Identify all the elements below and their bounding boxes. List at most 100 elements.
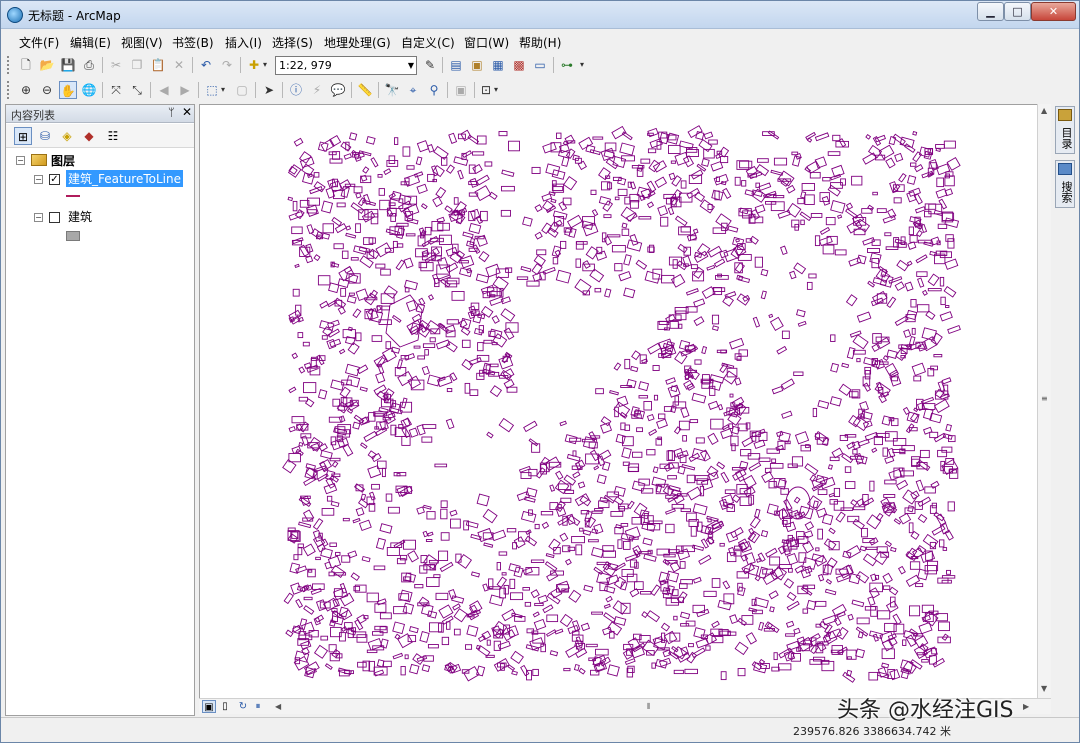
collapse-icon[interactable]: − (34, 213, 43, 222)
menu-selection[interactable]: 选择(S) (272, 34, 313, 51)
find-icon[interactable]: 🔭 (383, 81, 401, 99)
clear-selection-icon[interactable]: ▢ (233, 81, 251, 99)
new-document-icon[interactable]: 🗋 (17, 56, 35, 74)
list-by-source-icon[interactable]: ⛁ (36, 127, 54, 145)
print-icon[interactable]: ⎙ (80, 56, 98, 74)
toolbar-options-icon[interactable]: ▾ (492, 81, 500, 99)
scroll-grip-icon[interactable]: ≡ (1041, 394, 1048, 403)
delete-icon[interactable]: ✕ (170, 56, 188, 74)
open-icon[interactable]: 📂 (38, 56, 56, 74)
collapse-icon[interactable]: − (16, 156, 25, 165)
menu-bookmarks[interactable]: 书签(B) (172, 34, 214, 51)
paste-icon[interactable]: 📋 (149, 56, 167, 74)
building-outline (794, 431, 810, 445)
toc-close-button[interactable]: ✕ (182, 105, 192, 119)
line-symbol-icon[interactable] (66, 195, 80, 197)
polygon-symbol-icon[interactable] (66, 231, 80, 241)
python-window-icon[interactable]: ▭ (531, 56, 549, 74)
building-outline (461, 150, 473, 159)
zoom-in-icon[interactable]: ⊕ (17, 81, 35, 99)
zoom-out-icon[interactable]: ⊖ (38, 81, 56, 99)
hyperlink-icon[interactable]: ⚡ (308, 81, 326, 99)
catalog-tab[interactable]: 目录 (1055, 106, 1075, 154)
layer-name[interactable]: 建筑 (68, 208, 92, 225)
building-outline (446, 319, 459, 325)
collapse-icon[interactable]: − (34, 175, 43, 184)
measure-icon[interactable]: 📏 (356, 81, 374, 99)
undo-icon[interactable]: ↶ (197, 56, 215, 74)
map-scale-select[interactable]: 1:22, 979 ▼ (275, 56, 417, 75)
chevron-down-icon[interactable]: ▾ (219, 81, 227, 99)
fixed-zoom-out-icon[interactable]: ⤡ (128, 81, 146, 99)
toolbar-grip[interactable] (7, 81, 10, 99)
map-view[interactable] (199, 104, 1051, 700)
menu-edit[interactable]: 编辑(E) (70, 34, 111, 51)
menu-geoprocessing[interactable]: 地理处理(G) (324, 34, 391, 51)
building-outline (687, 125, 703, 139)
go-to-xy-icon[interactable]: ⌖ (404, 81, 422, 99)
building-outline (435, 592, 449, 601)
full-extent-icon[interactable]: 🌐 (80, 81, 98, 99)
catalog-window-icon[interactable]: ▣ (468, 56, 486, 74)
list-by-selection-icon[interactable]: ◆ (80, 127, 98, 145)
save-icon[interactable]: 💾 (59, 56, 77, 74)
search-tab[interactable]: 搜索 (1055, 160, 1075, 208)
layer-visibility-checkbox[interactable] (49, 212, 60, 223)
select-elements-icon[interactable]: ➤ (260, 81, 278, 99)
identify-icon[interactable]: ⓘ (287, 81, 305, 99)
cut-icon[interactable]: ✂ (107, 56, 125, 74)
arctoolbox-icon[interactable]: ▩ (510, 56, 528, 74)
menu-file[interactable]: 文件(F) (19, 34, 59, 51)
map-canvas[interactable] (200, 105, 1036, 699)
search-window-icon[interactable]: ▦ (489, 56, 507, 74)
refresh-icon[interactable]: ↻ (236, 700, 250, 713)
scroll-up-icon[interactable]: ▲ (1041, 106, 1047, 115)
menu-view[interactable]: 视图(V) (121, 34, 163, 51)
pan-icon[interactable]: ✋ (59, 81, 77, 99)
layout-view-icon[interactable]: ▯ (218, 700, 232, 713)
building-outlines-layer[interactable] (282, 125, 961, 683)
vertical-scrollbar[interactable]: ▲ ≡ ▼ (1037, 104, 1051, 700)
list-by-drawing-order-icon[interactable]: ⊞ (14, 127, 32, 145)
back-icon[interactable]: ◀ (155, 81, 173, 99)
pin-icon[interactable]: ᛘ (168, 106, 175, 119)
menu-help[interactable]: 帮助(H) (519, 34, 561, 51)
options-icon[interactable]: ☷ (104, 127, 122, 145)
html-popup-icon[interactable]: 💬 (329, 81, 347, 99)
menu-insert[interactable]: 插入(I) (225, 34, 262, 51)
copy-icon[interactable]: ❐ (128, 56, 146, 74)
scroll-left-icon[interactable]: ◀ (275, 702, 281, 711)
list-by-visibility-icon[interactable]: ◈ (58, 127, 76, 145)
close-button[interactable]: ✕ (1031, 2, 1076, 21)
building-outline (827, 184, 841, 197)
menu-customize[interactable]: 自定义(C) (401, 34, 455, 51)
maximize-button[interactable]: □ (1004, 2, 1031, 21)
redo-icon[interactable]: ↷ (218, 56, 236, 74)
pause-drawing-icon[interactable]: ⏸ (251, 700, 265, 713)
building-outline (288, 386, 297, 394)
data-view-icon[interactable]: ▣ (202, 700, 216, 713)
scroll-down-icon[interactable]: ▼ (1041, 684, 1047, 693)
layer-visibility-checkbox[interactable]: ✓ (49, 174, 60, 185)
minimize-button[interactable]: ▁ (977, 2, 1004, 21)
layer-name[interactable]: 建筑_FeatureToLine (66, 170, 183, 187)
menu-windows[interactable]: 窗口(W) (464, 34, 509, 51)
model-builder-icon[interactable]: ⊶ (558, 56, 576, 74)
toolbar-options-icon[interactable]: ▾ (577, 56, 587, 74)
building-outline (359, 386, 368, 392)
route-icon[interactable]: ⚲ (425, 81, 443, 99)
building-outline (894, 281, 905, 292)
scroll-right-icon[interactable]: ▶ (1023, 702, 1029, 711)
fixed-zoom-in-icon[interactable]: ⤧ (107, 81, 125, 99)
table-of-contents-icon[interactable]: ▤ (447, 56, 465, 74)
scroll-grip-icon[interactable]: ⦀ (647, 702, 651, 712)
forward-icon[interactable]: ▶ (176, 81, 194, 99)
building-outline (291, 445, 302, 455)
chevron-down-icon[interactable]: ▾ (261, 56, 269, 74)
editor-toolbar-icon[interactable]: ✎ (421, 56, 439, 74)
time-slider-icon[interactable]: ▣ (452, 81, 470, 99)
building-outline (789, 270, 797, 280)
toolbar-grip[interactable] (7, 56, 10, 74)
building-outline (291, 226, 303, 235)
layers-root-label[interactable]: 图层 (51, 152, 75, 169)
